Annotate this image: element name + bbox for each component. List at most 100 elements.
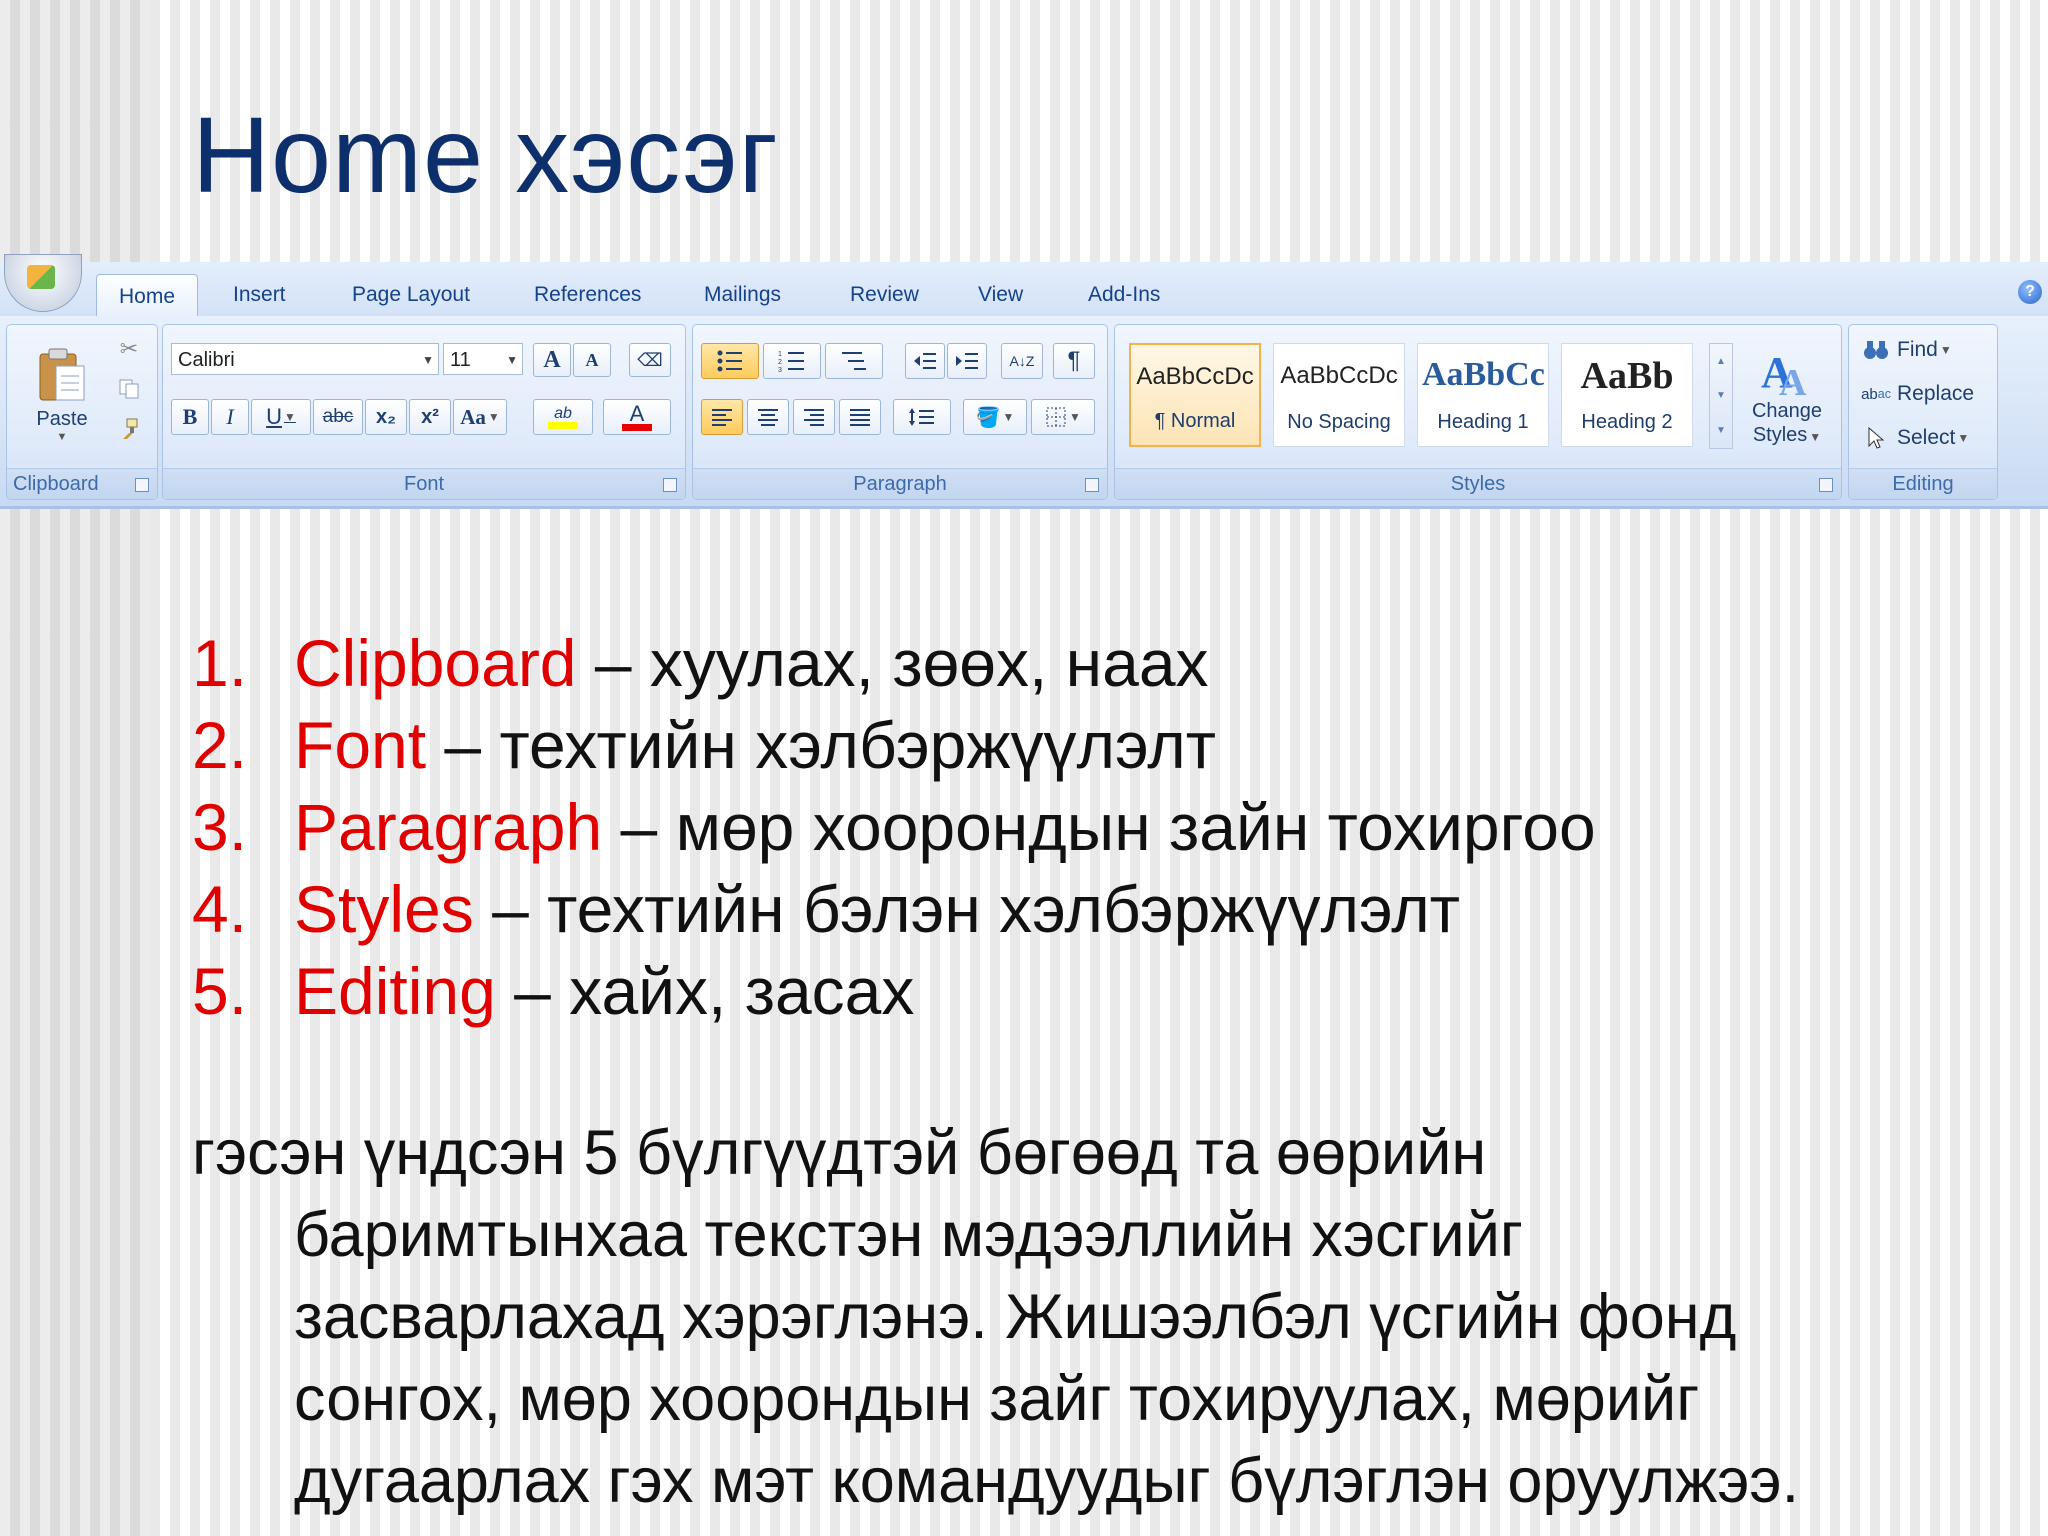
italic-icon: I xyxy=(226,404,234,429)
sort-icon[interactable]: A↓Z xyxy=(1001,343,1043,379)
font-size-value: 11 xyxy=(450,349,471,371)
description-paragraph: гэсэн үндсэн 5 бүлгүүдтэй бөгөөд та өөри… xyxy=(192,1112,2012,1522)
slide-title: Home хэсэг xyxy=(192,94,779,215)
list-item: 1. Clipboard – хуулах, зөөх, наах xyxy=(192,622,1596,704)
style-normal[interactable]: AaBbCcDc ¶ Normal xyxy=(1129,343,1261,447)
list-number: 1. xyxy=(192,626,248,700)
paragraph-line: засварлахад хэрэглэнэ. Жишээлбэл үсгийн … xyxy=(294,1282,1737,1352)
list-keyword: Font xyxy=(294,708,427,782)
paste-button[interactable]: Paste ▼ xyxy=(13,331,111,457)
scroll-down-icon[interactable]: ▼ xyxy=(1716,390,1726,401)
font-name-field[interactable]: Calibri ▼ xyxy=(171,343,439,375)
background-band xyxy=(0,0,150,1536)
svg-text:3: 3 xyxy=(778,367,782,373)
select-button[interactable]: Select ▼ xyxy=(1863,425,1969,451)
find-label: Find xyxy=(1897,338,1938,361)
tab-mailings[interactable]: Mailings xyxy=(704,278,781,314)
italic-button[interactable]: I xyxy=(211,399,249,435)
svg-text:A: A xyxy=(1779,362,1807,399)
subscript-icon: x₂ xyxy=(375,405,396,428)
multilevel-list-icon[interactable] xyxy=(825,343,883,379)
office-button[interactable] xyxy=(4,254,82,312)
style-sample: AaBbCcDc xyxy=(1280,362,1398,389)
cut-icon[interactable]: ✂ xyxy=(111,331,147,367)
shading-icon[interactable]: 🪣 ▼ xyxy=(963,399,1027,435)
font-group-label: Font xyxy=(163,468,685,499)
list-number: 2. xyxy=(192,708,248,782)
tab-view[interactable]: View xyxy=(978,278,1023,314)
subscript-button[interactable]: x₂ xyxy=(365,399,407,435)
help-icon[interactable]: ? xyxy=(2018,280,2042,304)
style-heading-1[interactable]: AaBbCc Heading 1 xyxy=(1417,343,1549,447)
change-styles-label-1: Change xyxy=(1751,400,1823,422)
scroll-up-icon[interactable]: ▲ xyxy=(1716,356,1726,367)
styles-group-label: Styles xyxy=(1115,468,1841,499)
font-dialog-launcher[interactable] xyxy=(663,478,677,492)
superscript-button[interactable]: x² xyxy=(409,399,451,435)
clipboard-dialog-launcher[interactable] xyxy=(135,478,149,492)
list-item: 4. Styles – техтийн бэлэн хэлбэржүүлэлт xyxy=(192,868,1596,950)
font-group: Calibri ▼ 11 ▼ A A ⌫ B I U ▼ abc x₂ x² Aa ▼ … xyxy=(162,324,686,500)
tab-add-ins[interactable]: Add-Ins xyxy=(1088,278,1160,314)
tab-references[interactable]: References xyxy=(534,278,641,314)
bullets-icon xyxy=(717,350,742,372)
tab-insert[interactable]: Insert xyxy=(233,278,286,314)
tab-page-layout[interactable]: Page Layout xyxy=(352,278,470,314)
tab-home[interactable]: Home xyxy=(96,274,199,317)
align-center-icon[interactable] xyxy=(747,399,789,435)
decrease-indent-icon[interactable] xyxy=(905,343,945,379)
numbering-icon[interactable]: 123 xyxy=(763,343,821,379)
paragraph-line: гэсэн үндсэн 5 бүлгүүдтэй бөгөөд та өөри… xyxy=(192,1118,1487,1188)
strikethrough-button[interactable]: abc xyxy=(313,399,363,435)
list-item: 3. Paragraph – мөр хоорондын зайн тохирго… xyxy=(192,786,1596,868)
editing-group-label: Editing xyxy=(1849,468,1997,499)
list-keyword: Paragraph xyxy=(294,790,603,864)
copy-icon[interactable] xyxy=(111,371,147,407)
borders-icon[interactable]: ▼ xyxy=(1031,399,1095,435)
change-case-icon: Aa xyxy=(460,404,486,429)
change-styles-button[interactable]: A A Change Styles ▼ xyxy=(1739,333,1835,459)
cursor-icon xyxy=(1863,425,1889,451)
chevron-down-icon: ▼ xyxy=(487,409,500,424)
change-case-button[interactable]: Aa ▼ xyxy=(453,399,507,435)
line-spacing-icon[interactable] xyxy=(893,399,951,435)
increase-indent-icon[interactable] xyxy=(947,343,987,379)
font-color-icon: A xyxy=(629,400,645,426)
ribbon-body: Paste ▼ ✂ Clipboard Calibri ▼ 11 ▼ A A ⌫ xyxy=(0,316,2048,509)
underline-button[interactable]: U ▼ xyxy=(251,399,311,435)
list-description: – хайх, засах xyxy=(495,954,915,1028)
paste-icon xyxy=(39,348,85,400)
shrink-font-button[interactable]: A xyxy=(573,343,611,377)
styles-dialog-launcher[interactable] xyxy=(1819,478,1833,492)
tab-review[interactable]: Review xyxy=(850,278,919,314)
style-name: Heading 1 xyxy=(1437,411,1529,433)
feature-list: 1. Clipboard – хуулах, зөөх, наах 2. Font … xyxy=(192,622,1596,1032)
change-styles-label-2: Styles xyxy=(1752,424,1808,446)
style-heading-2[interactable]: AaBb Heading 2 xyxy=(1561,343,1693,447)
styles-gallery-scroll[interactable]: ▲ ▼ ▼ xyxy=(1709,343,1733,449)
show-formatting-button[interactable]: ¶ xyxy=(1053,343,1095,379)
font-size-field[interactable]: 11 ▼ xyxy=(443,343,523,375)
list-number: 5. xyxy=(192,954,248,1028)
style-no-spacing[interactable]: AaBbCcDc No Spacing xyxy=(1273,343,1405,447)
paragraph-dialog-launcher[interactable] xyxy=(1085,478,1099,492)
bold-button[interactable]: B xyxy=(171,399,209,435)
text-highlight-button[interactable]: ab xyxy=(533,399,593,435)
highlight-color-bar xyxy=(548,421,578,429)
list-description: – техтийн бэлэн хэлбэржүүлэлт xyxy=(473,872,1460,946)
format-painter-icon[interactable] xyxy=(111,411,147,447)
replace-label: Replace xyxy=(1897,382,1975,405)
grow-font-button[interactable]: A xyxy=(533,343,571,377)
find-button[interactable]: Find ▼ xyxy=(1863,337,1952,363)
paragraph-line: сонгох, мөр хоорондын зайг тохируулах, м… xyxy=(294,1364,1700,1434)
clear-formatting-icon[interactable]: ⌫ xyxy=(629,343,671,377)
replace-button[interactable]: ab ac Replace xyxy=(1861,381,1975,407)
justify-icon[interactable] xyxy=(839,399,881,435)
align-right-icon[interactable] xyxy=(793,399,835,435)
bullets-button[interactable] xyxy=(701,343,759,379)
more-styles-icon[interactable]: ▼ xyxy=(1716,425,1726,436)
align-left-icon[interactable] xyxy=(701,399,743,435)
superscript-icon: x² xyxy=(421,405,439,428)
underline-icon: U xyxy=(266,404,282,429)
font-color-button[interactable]: A xyxy=(603,399,671,435)
